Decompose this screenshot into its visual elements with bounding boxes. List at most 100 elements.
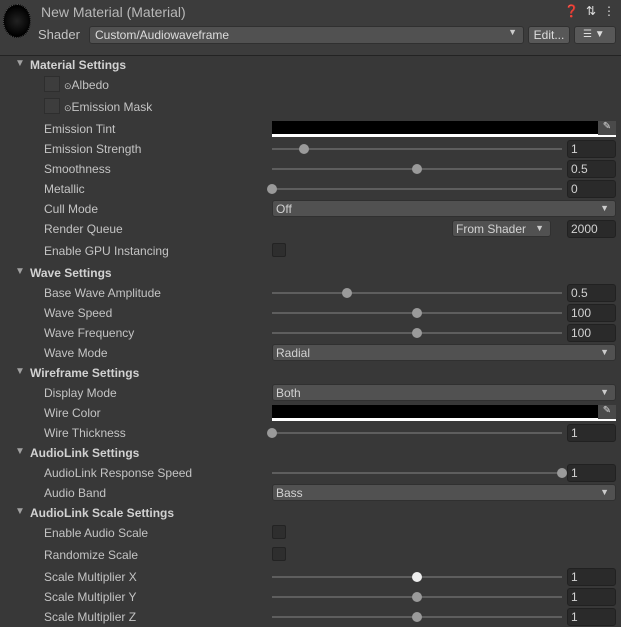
slider-track[interactable]: [272, 572, 562, 582]
value-field[interactable]: 1: [567, 140, 616, 158]
slider-track[interactable]: [272, 328, 562, 338]
slider-thumb[interactable]: [412, 592, 422, 602]
property-row-scale-multiplier-z: Scale Multiplier Z 1: [0, 607, 621, 627]
property-label: Wave Frequency: [44, 326, 135, 340]
slider-track[interactable]: [267, 184, 562, 194]
help-icon[interactable]: ❓: [564, 4, 579, 18]
preset-icon[interactable]: ⇅: [586, 4, 596, 18]
dropdown-value: Off: [276, 202, 292, 216]
foldout-triangle-icon[interactable]: ▼: [15, 58, 25, 69]
slider-thumb[interactable]: [557, 468, 567, 478]
slider-thumb[interactable]: [412, 308, 422, 318]
slider-thumb[interactable]: [267, 184, 277, 194]
texture-slot[interactable]: [44, 76, 60, 92]
slider-track[interactable]: [267, 428, 562, 438]
value-field[interactable]: 100: [567, 324, 616, 342]
section-audiolink-scale-settings[interactable]: ▼ AudioLink Scale Settings: [0, 503, 621, 523]
dropdown[interactable]: Radial ▼: [272, 344, 616, 361]
property-row-enable-gpu-instancing: Enable GPU Instancing: [0, 241, 621, 263]
slider-track[interactable]: [272, 468, 567, 478]
material-preview-icon: [3, 4, 31, 38]
dropdown-value: Bass: [276, 486, 303, 500]
section-wave-settings[interactable]: ▼ Wave Settings: [0, 263, 621, 283]
property-row-render-queue: Render Queue From Shader ▼ 2000: [0, 219, 621, 241]
target-icon[interactable]: ⊙: [64, 81, 72, 91]
value-field[interactable]: 1: [567, 424, 616, 442]
dropdown[interactable]: Both ▼: [272, 384, 616, 401]
texture-name: Emission Mask: [71, 100, 153, 114]
property-label: Emission Tint: [44, 122, 116, 136]
slider-thumb[interactable]: [298, 144, 309, 154]
property-row-audiolink-response-speed: AudioLink Response Speed 1: [0, 463, 621, 483]
foldout-triangle-icon[interactable]: ▼: [15, 446, 25, 457]
value-field[interactable]: 0: [567, 180, 616, 198]
dropdown[interactable]: Bass ▼: [272, 484, 616, 501]
value-field[interactable]: 1: [567, 588, 616, 606]
slider-thumb[interactable]: [412, 612, 422, 622]
property-row-emission-strength: Emission Strength 1: [0, 139, 621, 159]
property-row-wire-thickness: Wire Thickness 1: [0, 423, 621, 443]
checkbox[interactable]: [272, 525, 286, 539]
more-icon[interactable]: ⋮: [603, 4, 615, 18]
slider-track[interactable]: [272, 612, 562, 622]
property-row-metallic: Metallic 0: [0, 179, 621, 199]
render-queue-dropdown[interactable]: From Shader ▼: [452, 220, 551, 237]
property-label: Wave Mode: [44, 346, 108, 360]
property-row-audio-band: Audio Band Bass ▼: [0, 483, 621, 503]
properties-list: ▼ Material Settings ⊙Albedo ⊙Emission Mask E…: [0, 55, 621, 627]
shader-dropdown[interactable]: Custom/Audiowaveframe ▼: [89, 26, 524, 44]
target-icon[interactable]: ⊙: [64, 103, 72, 113]
property-label: Scale Multiplier Z: [44, 610, 137, 624]
property-row-albedo: ⊙Albedo: [0, 75, 621, 97]
slider-thumb[interactable]: [267, 428, 277, 438]
chevron-down-icon: ▼: [535, 223, 544, 233]
foldout-triangle-icon[interactable]: ▼: [15, 506, 25, 517]
edit-shader-button[interactable]: Edit...: [528, 26, 570, 44]
property-label: Render Queue: [44, 222, 123, 236]
color-field[interactable]: ✎: [272, 405, 616, 421]
slider-thumb[interactable]: [412, 164, 422, 174]
checkbox[interactable]: [272, 547, 286, 561]
foldout-triangle-icon[interactable]: ▼: [15, 366, 25, 377]
shader-menu-button[interactable]: ☰ ▼: [574, 26, 616, 44]
foldout-triangle-icon[interactable]: ▼: [15, 266, 25, 277]
value-field[interactable]: 0.5: [567, 160, 616, 178]
dropdown-value: From Shader: [456, 222, 527, 236]
list-icon: ☰: [583, 29, 592, 40]
section-material-settings[interactable]: ▼ Material Settings: [0, 55, 621, 75]
value-field[interactable]: 1: [567, 608, 616, 626]
section-title: AudioLink Scale Settings: [30, 506, 175, 520]
dropdown[interactable]: Off ▼: [272, 200, 616, 217]
render-queue-field[interactable]: 2000: [567, 220, 616, 238]
property-label: Wire Thickness: [44, 426, 126, 440]
chevron-down-icon: ▼: [600, 487, 609, 497]
slider-track[interactable]: [272, 592, 562, 602]
property-label: Scale Multiplier Y: [44, 590, 137, 604]
property-label: Scale Multiplier X: [44, 570, 137, 584]
property-row-randomize-scale: Randomize Scale: [0, 545, 621, 567]
property-label: Randomize Scale: [44, 548, 139, 562]
property-label: Wave Speed: [44, 306, 113, 320]
slider-thumb[interactable]: [412, 328, 422, 338]
color-field[interactable]: ✎: [272, 121, 616, 137]
slider-track[interactable]: [272, 164, 562, 174]
property-label: Audio Band: [44, 486, 107, 500]
slider-thumb[interactable]: [412, 572, 422, 582]
value-field[interactable]: 1: [567, 568, 616, 586]
property-label: Base Wave Amplitude: [44, 286, 161, 300]
texture-slot[interactable]: [44, 98, 60, 114]
property-row-emission-tint: Emission Tint ✎: [0, 119, 621, 139]
value-field[interactable]: 1: [567, 464, 616, 482]
value-field[interactable]: 100: [567, 304, 616, 322]
eyedropper-icon[interactable]: ✎: [598, 405, 616, 419]
slider-track[interactable]: [272, 308, 562, 318]
section-audiolink-settings[interactable]: ▼ AudioLink Settings: [0, 443, 621, 463]
value-field[interactable]: 0.5: [567, 284, 616, 302]
slider-thumb[interactable]: [342, 288, 353, 298]
section-wireframe-settings[interactable]: ▼ Wireframe Settings: [0, 363, 621, 383]
checkbox[interactable]: [272, 243, 286, 257]
slider-track[interactable]: [272, 144, 562, 154]
property-row-emission-mask: ⊙Emission Mask: [0, 97, 621, 119]
eyedropper-icon[interactable]: ✎: [598, 121, 616, 135]
slider-track[interactable]: [272, 288, 562, 298]
